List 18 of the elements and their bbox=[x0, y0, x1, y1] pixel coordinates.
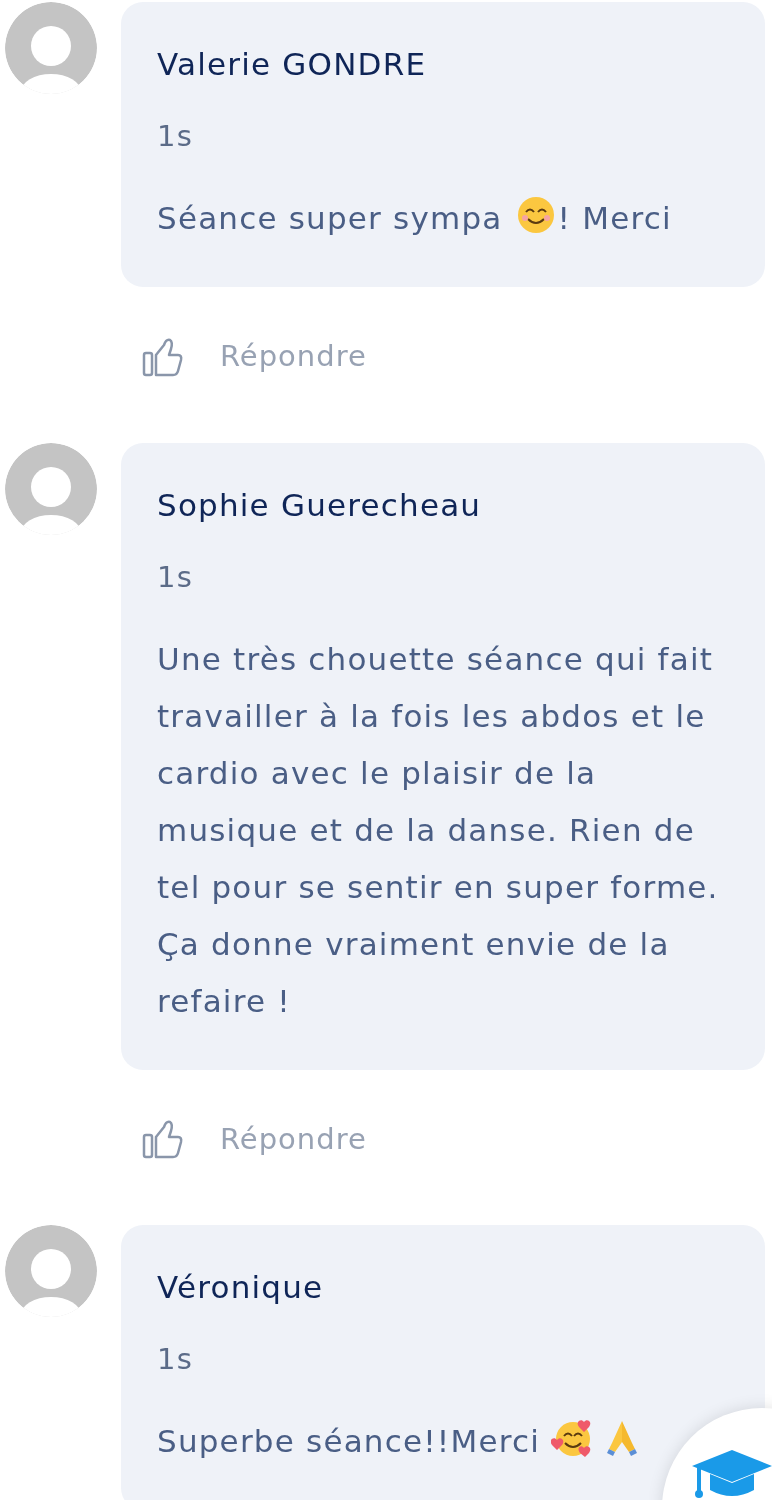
author-name: Valerie GONDRE bbox=[157, 45, 428, 84]
avatar-icon bbox=[5, 442, 97, 535]
author-name: Véronique bbox=[157, 1268, 325, 1307]
comment-text: Une très chouette séance qui fait travailler à la fois les abdos et le cardio avec le plaisir de la musique et de la danse. Rien de tel pour se sentir en super forme. Ça donne vraiment envie de la refaire ! bbox=[157, 640, 719, 1019]
comment-time: 1s bbox=[157, 1341, 194, 1378]
comment-text: Séance super sympa bbox=[157, 200, 504, 236]
avatar-icon bbox=[5, 1225, 97, 1317]
reply-link[interactable]: Répondre bbox=[220, 1117, 367, 1161]
thumbs-up-icon[interactable] bbox=[142, 1119, 184, 1160]
comment-text: Superbe séance!!Merci bbox=[157, 1423, 541, 1459]
graduation-cap-icon bbox=[690, 1448, 772, 1500]
thumbs-up-icon[interactable] bbox=[142, 336, 184, 377]
comment-time: 1s bbox=[157, 558, 194, 596]
author-name: Sophie Guerecheau bbox=[157, 485, 483, 525]
reply-link[interactable]: Répondre bbox=[220, 335, 367, 379]
comment-text: ! Merci bbox=[557, 200, 672, 236]
comment-time: 1s bbox=[157, 118, 194, 155]
smiling-face-icon bbox=[515, 195, 556, 235]
